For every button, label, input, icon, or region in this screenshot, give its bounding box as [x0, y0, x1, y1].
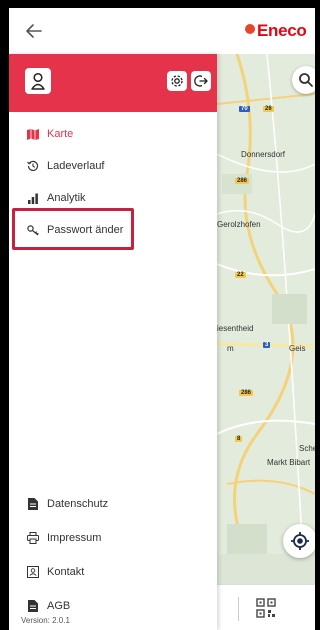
- history-icon: [26, 159, 40, 173]
- app-bar: Eneco: [9, 8, 315, 54]
- divider: [238, 597, 239, 621]
- document-icon: [26, 497, 40, 511]
- map-label: Donnersdorf: [241, 150, 286, 159]
- logout-button[interactable]: [191, 71, 211, 91]
- road-badge: 8: [235, 436, 243, 442]
- menu-item-label: Datenschutz: [47, 498, 109, 510]
- road-badge: 3: [263, 342, 271, 348]
- menu-item-kontakt[interactable]: Kontakt: [9, 556, 217, 588]
- map-label: Sche: [299, 444, 315, 453]
- print-icon: [26, 531, 40, 545]
- bar-chart-icon: [26, 191, 40, 205]
- settings-button[interactable]: [167, 71, 187, 91]
- menu-item-label: Analytik: [47, 192, 86, 204]
- road-badge: 70: [239, 106, 250, 112]
- drawer-header: [9, 54, 217, 112]
- menu-item-label: Ladeverlauf: [47, 160, 105, 172]
- bottom-bar: [217, 584, 315, 630]
- crosshair-icon: [291, 532, 309, 550]
- brand-name: Eneco: [257, 21, 307, 40]
- menu-item-karte[interactable]: Karte: [9, 118, 217, 150]
- map-icon: [26, 127, 40, 141]
- navigation-drawer: Karte Ladeverlauf Analytik Passwort ände…: [9, 54, 217, 630]
- menu-item-ladeverlauf[interactable]: Ladeverlauf: [9, 150, 217, 182]
- brand-logo: Eneco: [245, 18, 307, 44]
- menu-item-label: AGB: [47, 600, 71, 612]
- map-search-button[interactable]: [292, 66, 315, 94]
- logout-icon: [194, 75, 208, 87]
- highlight-box: [12, 208, 134, 250]
- brand-logo-mark: [245, 24, 255, 34]
- map-label: m: [227, 344, 234, 353]
- arrow-left-icon[interactable]: [23, 20, 45, 42]
- document-icon: [26, 599, 40, 613]
- qr-code-icon[interactable]: [255, 597, 277, 619]
- menu-item-label: Kontakt: [47, 566, 85, 578]
- road-badge: 22: [235, 272, 246, 278]
- app-screen: Eneco 70 26 286 22 3 286 8 Donnersdorf G…: [9, 8, 315, 630]
- my-location-button[interactable]: [283, 524, 315, 558]
- map-label: Markt Bibart: [267, 458, 311, 467]
- search-icon: [299, 73, 313, 87]
- user-icon: [31, 72, 45, 90]
- gear-icon: [171, 75, 183, 87]
- road-badge: 26: [263, 106, 274, 112]
- menu-item-datenschutz[interactable]: Datenschutz: [9, 488, 217, 520]
- version-text: Version: 2.0.1: [21, 616, 70, 625]
- road-badge: 286: [235, 178, 250, 184]
- menu-item-label: Karte: [47, 128, 74, 140]
- map-view[interactable]: 70 26 286 22 3 286 8 Donnersdorf Gerolzh…: [217, 54, 315, 630]
- map-label: Gerolzhofen: [217, 220, 261, 229]
- profile-button[interactable]: [25, 68, 51, 94]
- road-badge: 286: [239, 390, 254, 396]
- menu-item-impressum[interactable]: Impressum: [9, 522, 217, 554]
- menu-item-label: Impressum: [47, 532, 102, 544]
- contact-card-icon: [26, 565, 40, 579]
- map-label: Geis: [289, 344, 306, 353]
- map-label: iesentheid: [217, 324, 254, 333]
